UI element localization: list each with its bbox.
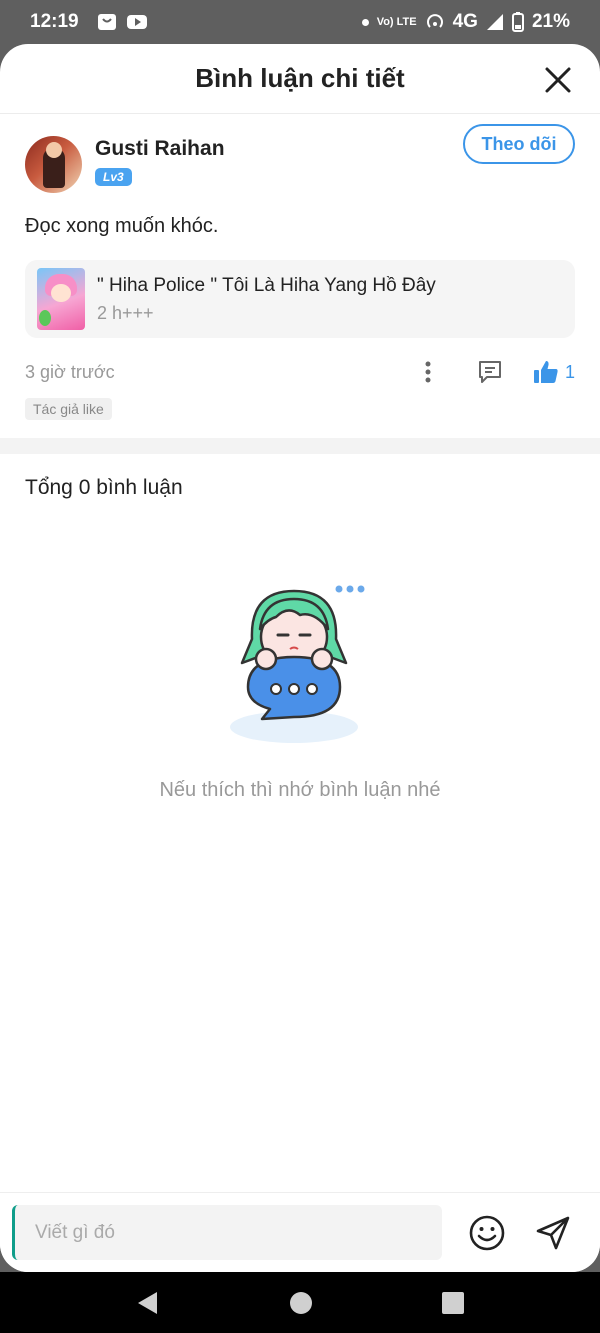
book-card[interactable]: " Hiha Police " Tôi Là Hiha Yang Hồ Đây … (25, 260, 575, 338)
network-type: 4G (452, 11, 478, 32)
comment-card: Gusti Raihan Lv3 Theo dõi Đọc xong muốn … (0, 114, 600, 420)
comment-text: Đọc xong muốn khóc. (25, 215, 219, 237)
book-title: " Hiha Police " Tôi Là Hiha Yang Hồ Đây (97, 274, 436, 296)
empty-mascot-icon (230, 585, 365, 743)
total-comments: Tổng 0 bình luận (25, 476, 183, 499)
empty-state: Nếu thích thì nhớ bình luận nhé (0, 579, 600, 802)
system-nav-bar (0, 1272, 600, 1333)
comment-input-bar (0, 1192, 600, 1272)
battery-icon (511, 12, 524, 32)
section-divider (0, 438, 600, 454)
back-icon[interactable] (135, 1290, 161, 1316)
notification-dot-icon (361, 18, 369, 26)
comment-icon[interactable] (477, 359, 503, 385)
recent-apps-icon[interactable] (441, 1291, 465, 1315)
user-row: Gusti Raihan Lv3 Theo dõi (25, 124, 575, 193)
battery-percent: 21% (531, 11, 570, 32)
user-info: Gusti Raihan Lv3 (95, 136, 463, 186)
hotspot-icon (426, 14, 443, 28)
book-info: " Hiha Police " Tôi Là Hiha Yang Hồ Đây … (97, 275, 436, 324)
sheet-header: Bình luận chi tiết (0, 44, 600, 114)
home-icon[interactable] (289, 1291, 313, 1315)
like-count: 1 (564, 361, 575, 382)
comment-input[interactable] (12, 1205, 442, 1260)
comment-actions: 1 (423, 359, 575, 385)
status-right: Vo) LTE 4G 21% (361, 11, 570, 33)
close-icon[interactable] (544, 66, 572, 94)
shopping-bag-icon (97, 14, 116, 30)
comment-meta: 3 giờ trước 1 (25, 358, 575, 386)
send-icon[interactable] (534, 1214, 572, 1252)
username[interactable]: Gusti Raihan (95, 136, 463, 162)
volte-label: Vo) LTE (376, 16, 417, 28)
emoji-icon[interactable] (468, 1214, 506, 1252)
book-cover (37, 268, 85, 330)
comment-time: 3 giờ trước (25, 361, 115, 382)
youtube-icon (126, 15, 147, 29)
avatar[interactable] (25, 136, 82, 193)
follow-button[interactable]: Theo dõi (463, 124, 575, 164)
thumbs-up-icon[interactable] (533, 359, 559, 385)
level-badge: Lv3 (95, 168, 132, 186)
status-bar: 12:19 Vo) LTE 4G 21% (0, 0, 600, 44)
empty-message: Nếu thích thì nhớ bình luận nhé (159, 779, 441, 801)
author-like-badge: Tác giả like (25, 398, 112, 420)
status-time: 12:19 (30, 11, 79, 32)
comment-detail-sheet: Bình luận chi tiết Gusti Raihan Lv3 Theo… (0, 44, 600, 1272)
signal-icon (486, 14, 503, 30)
book-subtitle: 2 h+++ (97, 302, 154, 323)
more-vertical-icon[interactable] (423, 360, 433, 384)
app-screen: 12:19 Vo) LTE 4G 21% Bình luận chi tiết … (0, 0, 600, 1333)
page-title: Bình luận chi tiết (195, 63, 405, 93)
